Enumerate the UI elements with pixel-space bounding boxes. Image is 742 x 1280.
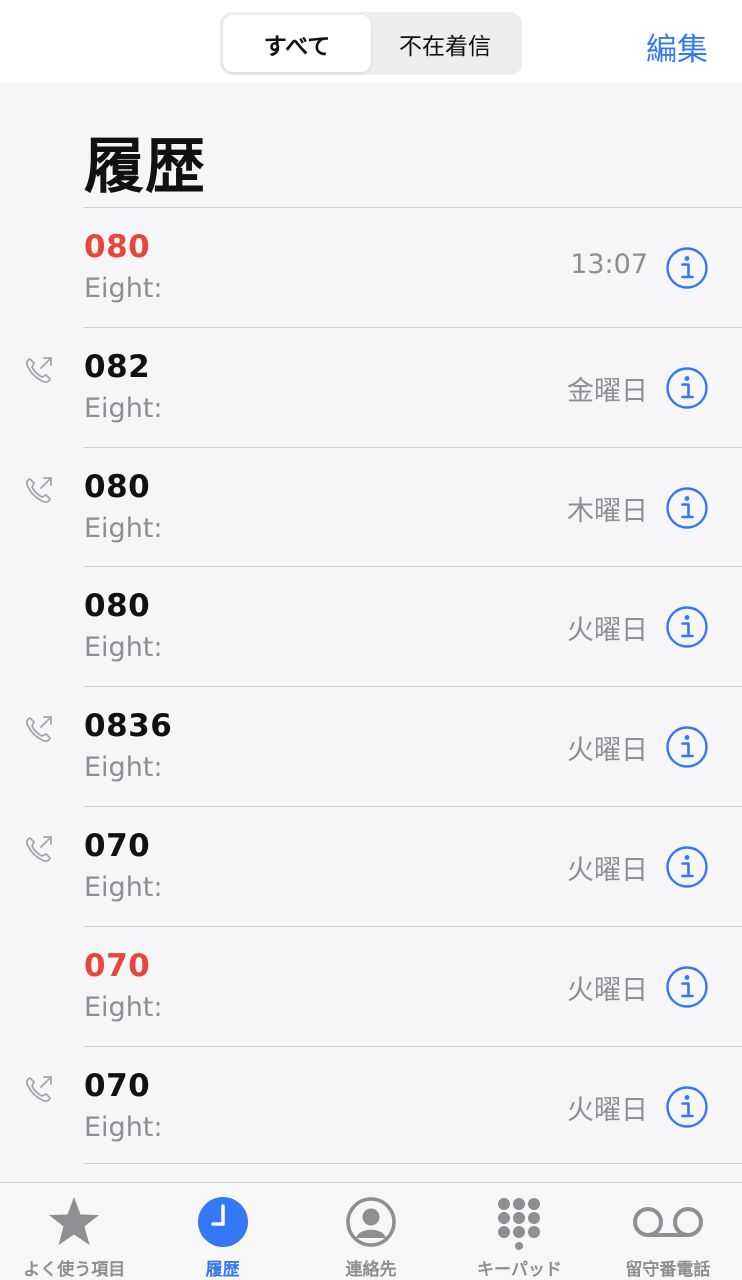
tab-recents[interactable]: 履歴 <box>148 1183 296 1280</box>
call-row[interactable]: 080 Eight: 木曜日 <box>0 446 742 567</box>
call-time: 木曜日 <box>567 495 648 527</box>
caller-label: Eight: <box>84 991 163 1023</box>
tab-contacts-label: 連絡先 <box>345 1260 397 1280</box>
caller-label: Eight: <box>84 512 163 544</box>
info-icon[interactable] <box>665 246 709 290</box>
caller-label: Eight: <box>84 752 163 784</box>
caller-number: 070 <box>84 827 151 864</box>
clock-icon <box>197 1197 248 1247</box>
tab-voicemail[interactable]: 留守番電話 <box>594 1183 742 1280</box>
row-divider <box>84 805 742 807</box>
tab-favorites[interactable]: よく使う項目 <box>0 1183 148 1280</box>
call-time: 火曜日 <box>567 1094 648 1126</box>
row-divider <box>84 925 742 927</box>
caller-label: Eight: <box>84 392 163 424</box>
tab-bar: よく使う項目 履歴 連絡先 キーパッド 留守番電話 <box>0 1182 742 1280</box>
info-icon[interactable] <box>665 605 709 649</box>
call-row[interactable]: 080 Eight: 13:07 <box>0 207 742 327</box>
call-row[interactable]: 070 Eight: 火曜日 <box>0 1045 742 1166</box>
outgoing-call-icon <box>26 476 52 503</box>
caller-number: 0836 <box>84 708 173 745</box>
phone-app: すべて 不在着信 編集 履歴 080 Eight: 13:07 082 Eight: 金曜… <box>0 0 742 1280</box>
list-divider <box>84 1163 742 1164</box>
edit-button[interactable]: 編集 <box>646 24 708 69</box>
info-icon[interactable] <box>665 486 709 530</box>
segment-missed[interactable]: 不在着信 <box>371 15 519 72</box>
row-divider <box>84 1045 742 1047</box>
caller-label: Eight: <box>84 632 163 664</box>
call-row[interactable]: 0836 Eight: 火曜日 <box>0 686 742 806</box>
top-bar: すべて 不在着信 編集 <box>0 0 742 82</box>
call-time: 火曜日 <box>567 615 648 647</box>
outgoing-call-icon <box>26 1075 52 1102</box>
info-icon[interactable] <box>665 366 709 410</box>
segment-all[interactable]: すべて <box>223 15 371 72</box>
caller-label: Eight: <box>84 1111 163 1143</box>
caller-number: 070 <box>84 1067 151 1104</box>
caller-label: Eight: <box>84 871 163 903</box>
voicemail-icon <box>632 1207 703 1237</box>
call-time: 13:07 <box>570 249 648 280</box>
filter-segmented-control: すべて 不在着信 <box>220 12 522 75</box>
caller-number: 080 <box>84 468 151 505</box>
call-time: 火曜日 <box>567 735 648 767</box>
call-row[interactable]: 070 Eight: 火曜日 <box>0 925 742 1046</box>
row-divider <box>84 686 742 688</box>
info-icon[interactable] <box>665 1085 709 1129</box>
caller-label: Eight: <box>84 273 163 304</box>
tab-keypad[interactable]: キーパッド <box>445 1183 593 1280</box>
tab-contacts[interactable]: 連絡先 <box>297 1183 445 1280</box>
call-row[interactable]: 070 Eight: 火曜日 <box>0 805 742 926</box>
page-title: 履歴 <box>84 132 206 202</box>
outgoing-call-icon <box>26 356 52 383</box>
outgoing-call-icon <box>26 836 52 862</box>
contact-icon <box>346 1197 396 1247</box>
keypad-icon <box>498 1198 541 1250</box>
star-icon <box>49 1197 100 1245</box>
caller-number: 080 <box>84 229 151 265</box>
call-time: 金曜日 <box>567 375 648 407</box>
tab-keypad-label: キーパッド <box>477 1260 562 1280</box>
caller-number: 080 <box>84 588 151 625</box>
tab-favorites-label: よく使う項目 <box>23 1260 126 1280</box>
call-time: 火曜日 <box>567 974 648 1006</box>
call-time: 火曜日 <box>567 854 648 886</box>
row-divider <box>84 566 742 568</box>
info-icon[interactable] <box>665 965 709 1009</box>
info-icon[interactable] <box>665 845 709 889</box>
row-divider <box>84 326 742 328</box>
caller-number: 070 <box>84 947 151 984</box>
call-row[interactable]: 082 Eight: 金曜日 <box>0 326 742 447</box>
row-divider <box>84 446 742 448</box>
caller-number: 082 <box>84 348 151 385</box>
tab-recents-label: 履歴 <box>205 1260 240 1280</box>
recents-list: 080 Eight: 13:07 082 Eight: 金曜日 080 Eight: 木曜日 08… <box>0 207 742 1165</box>
call-row[interactable]: 080 Eight: 火曜日 <box>0 566 742 686</box>
tab-voicemail-label: 留守番電話 <box>625 1260 711 1280</box>
outgoing-call-icon <box>26 716 52 743</box>
info-icon[interactable] <box>665 725 709 769</box>
row-divider <box>84 207 742 208</box>
